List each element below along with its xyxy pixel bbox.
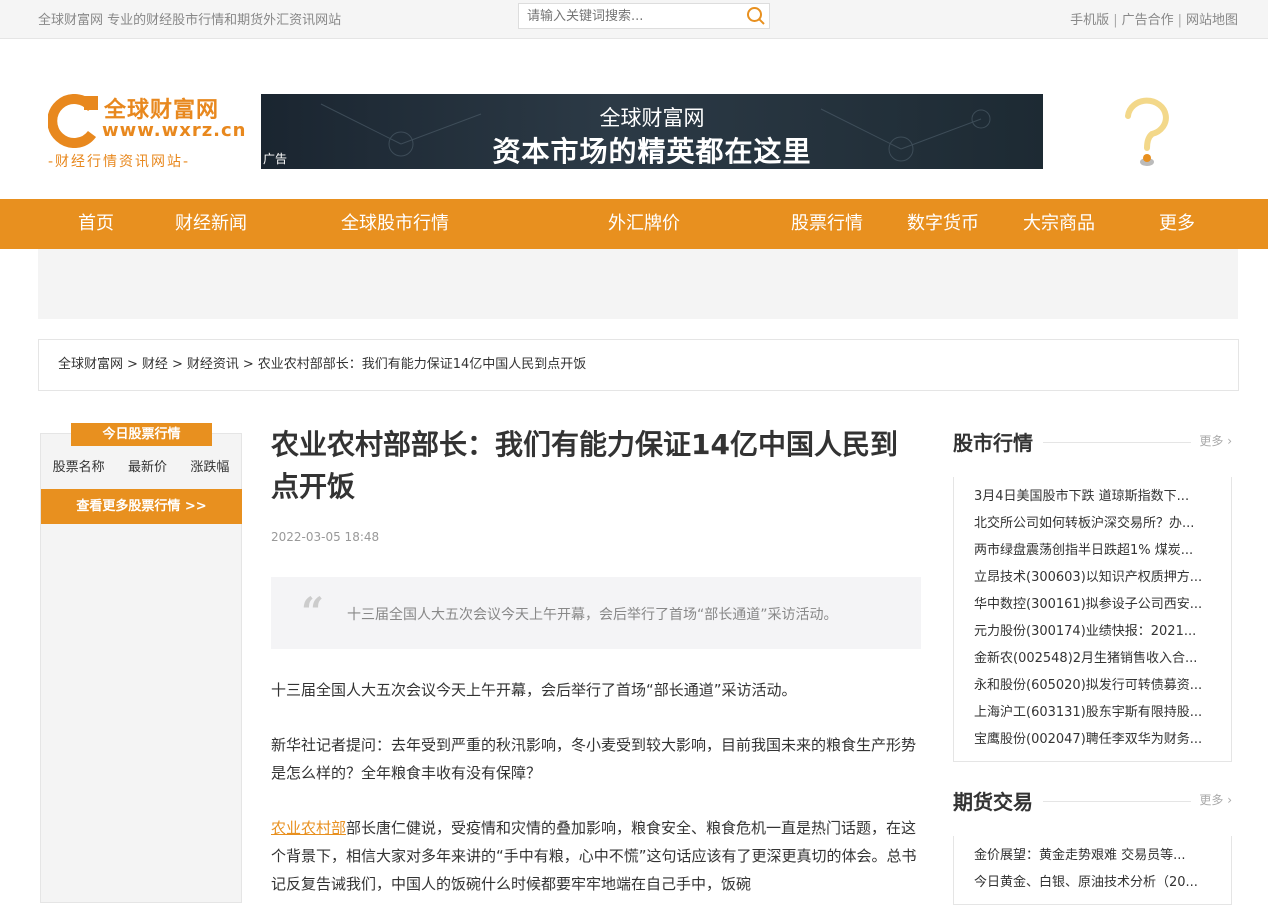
logo-url: www.wxrz.cn [102,120,247,141]
list-item[interactable]: 3月4日美国股市下跌 道琼斯指数下... [974,483,1211,510]
list-item[interactable]: 上海沪工(603131)股东宇斯有限持股... [974,699,1211,726]
article-paragraph: 十三届全国人大五次会议今天上午开幕，会后举行了首场“部长通道”采访活动。 [271,681,797,699]
col-change: 涨跌幅 [190,460,230,475]
list-item[interactable]: 北交所公司如何转板沪深交易所？办... [974,510,1211,537]
ad-label: 广告 [263,152,288,166]
mobile-link[interactable]: 手机版 [1070,13,1109,28]
nav-crypto[interactable]: 数字货币 [907,199,979,249]
list-item[interactable]: 宝鹰股份(002047)聘任李双华为财务... [974,726,1211,753]
futures-news-list: 金价展望：黄金走势艰难 交易员等... 今日黄金、白银、原油技术分析（20... [953,836,1232,905]
stock-sidebar: 今日股票行情 股票名称 最新价 涨跌幅 查看更多股票行情 >> [40,423,242,903]
nav-home[interactable]: 首页 [78,199,114,249]
stock-news-box: 股市行情 更多 › 3月4日美国股市下跌 道琼斯指数下... 北交所公司如何转板… [953,427,1232,762]
list-item[interactable]: 立昂技术(300603)以知识产权质押方... [974,564,1211,591]
search-box [518,3,770,29]
nav-finance-news[interactable]: 财经新闻 [175,199,247,249]
banner-line2: 资本市场的精英都在这里 [492,135,812,168]
article-paragraph: 农业农村部部长唐仁健说，受疫情和灾情的叠加影响，粮食安全、粮食危机一直是热门话题… [271,814,923,898]
nav-more[interactable]: 更多 [1159,199,1195,249]
top-bar: 全球财富网 专业的财经股市行情和期货外汇资讯网站 手机版|广告合作|网站地图 [0,0,1268,39]
list-item[interactable]: 华中数控(300161)拟参设子公司西安... [974,591,1211,618]
stock-table-header: 股票名称 最新价 涨跌幅 [41,456,241,475]
search-button[interactable] [743,4,769,28]
article-summary: “ 十三届全国人大五次会议今天上午开幕，会后举行了首场“部长通道”采访活动。 [271,577,921,649]
stock-news-title: 股市行情 [953,427,1043,456]
stock-news-list: 3月4日美国股市下跌 道琼斯指数下... 北交所公司如何转板沪深交易所？办...… [953,477,1232,762]
futures-news-more-link[interactable]: 更多 › [1191,791,1232,808]
site-logo[interactable]: 全球财富网 www.wxrz.cn -财经行情资讯网站- [48,92,247,172]
article-date: 2022-03-05 18:48 [271,530,380,544]
banner-ad[interactable]: 全球财富网 资本市场的精英都在这里 广告 [261,94,1043,169]
main-nav: 首页 财经新闻 全球股市行情 外汇牌价 股票行情 数字货币 大宗商品 更多 [0,199,1268,249]
breadcrumb-finance[interactable]: 财经 [142,357,168,372]
ad-cooperation-link[interactable]: 广告合作 [1122,13,1174,28]
nav-stock-quotes[interactable]: 股票行情 [791,199,863,249]
more-stocks-button[interactable]: 查看更多股票行情 >> [41,489,242,524]
logo-tagline: -财经行情资讯网站- [48,154,191,170]
banner-line1: 全球财富网 [599,106,705,130]
top-links: 手机版 | 广告合作 | 网站地图 [1070,13,1238,28]
search-input[interactable] [519,4,739,28]
list-item[interactable]: 今日黄金、白银、原油技术分析（20... [974,869,1211,896]
nav-commodities[interactable]: 大宗商品 [1023,199,1095,249]
nav-forex[interactable]: 外汇牌价 [608,199,680,249]
stock-sidebar-title: 今日股票行情 [71,423,212,446]
list-item[interactable]: 金价展望：黄金走势艰难 交易员等... [974,842,1211,869]
futures-news-box: 期货交易 更多 › 金价展望：黄金走势艰难 交易员等... 今日黄金、白银、原油… [953,786,1232,905]
summary-text: 十三届全国人大五次会议今天上午开幕，会后举行了首场“部长通道”采访活动。 [347,607,838,623]
list-item[interactable]: 永和股份(605020)拟发行可转债募资... [974,672,1211,699]
article-paragraph: 新华社记者提问：去年受到严重的秋汛影响，冬小麦受到较大影响，目前我国未来的粮食生… [271,736,917,782]
breadcrumb-finance-info[interactable]: 财经资讯 [187,357,239,372]
ad-placeholder [38,249,1238,319]
futures-news-title: 期货交易 [953,786,1043,815]
col-stock-name: 股票名称 [52,460,105,475]
sitemap-link[interactable]: 网站地图 [1186,13,1238,28]
list-item[interactable]: 金新农(002548)2月生猪销售收入合... [974,645,1211,672]
logo-mark-icon [48,94,98,148]
stock-news-more-link[interactable]: 更多 › [1191,432,1232,449]
nav-global-stocks[interactable]: 全球股市行情 [341,199,449,249]
breadcrumb-current: 农业农村部部长：我们有能力保证14亿中国人民到点开饭 [257,357,587,372]
ministry-link[interactable]: 农业农村部 [271,819,346,837]
breadcrumb: 全球财富网 > 财经 > 财经资讯 > 农业农村部部长：我们有能力保证14亿中国人民到点开饭 [38,339,1239,391]
search-icon [747,7,765,25]
list-item[interactable]: 两市绿盘震荡创指半日跌超1% 煤炭... [974,537,1211,564]
quote-icon: “ [301,589,325,636]
article: 农业农村部部长：我们有能力保证14亿中国人民到点开饭 2022-03-05 18… [271,424,923,898]
list-item[interactable]: 元力股份(300174)业绩快报：2021... [974,618,1211,645]
paragraph-text: 部长唐仁健说，受疫情和灾情的叠加影响，粮食安全、粮食危机一直是热门话题，在这个背… [271,819,917,893]
article-title: 农业农村部部长：我们有能力保证14亿中国人民到点开饭 [271,428,898,503]
site-slogan: 全球财富网 专业的财经股市行情和期货外汇资讯网站 [38,13,342,28]
breadcrumb-home[interactable]: 全球财富网 [58,357,123,372]
col-latest-price: 最新价 [127,460,167,475]
question-mark-icon[interactable] [1122,96,1172,168]
